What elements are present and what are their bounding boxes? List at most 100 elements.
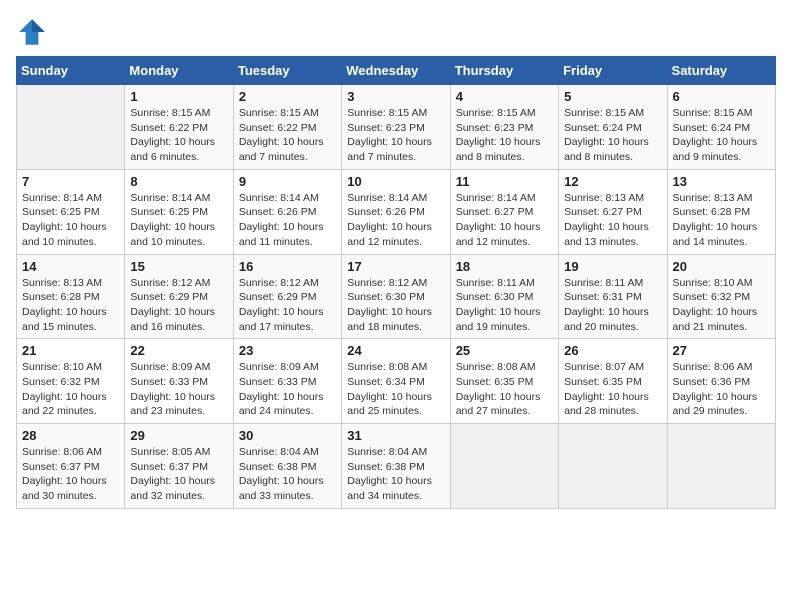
calendar-cell: 11Sunrise: 8:14 AM Sunset: 6:27 PM Dayli… <box>450 169 558 254</box>
day-info: Sunrise: 8:15 AM Sunset: 6:23 PM Dayligh… <box>347 106 444 165</box>
day-info: Sunrise: 8:11 AM Sunset: 6:31 PM Dayligh… <box>564 276 661 335</box>
day-number: 12 <box>564 174 661 189</box>
day-number: 25 <box>456 343 553 358</box>
day-info: Sunrise: 8:12 AM Sunset: 6:29 PM Dayligh… <box>239 276 336 335</box>
calendar-cell: 14Sunrise: 8:13 AM Sunset: 6:28 PM Dayli… <box>17 254 125 339</box>
calendar-cell: 5 Sunrise: 8:15 AM Sunset: 6:24 PM Daylig… <box>559 85 667 170</box>
calendar-cell: 2Sunrise: 8:15 AM Sunset: 6:22 PM Daylig… <box>233 85 341 170</box>
calendar-cell <box>17 85 125 170</box>
calendar-cell <box>667 424 775 509</box>
day-number: 13 <box>673 174 770 189</box>
day-number: 7 <box>22 174 119 189</box>
day-number: 30 <box>239 428 336 443</box>
day-number: 3 <box>347 89 444 104</box>
day-number: 16 <box>239 259 336 274</box>
calendar-cell: 28 Sunrise: 8:06 AM Sunset: 6:37 PM Dayli… <box>17 424 125 509</box>
day-number: 6 <box>673 89 770 104</box>
calendar-cell: 8 Sunrise: 8:14 AM Sunset: 6:25 PM Daylig… <box>125 169 233 254</box>
calendar-cell: 15 Sunrise: 8:12 AM Sunset: 6:29 PM Dayli… <box>125 254 233 339</box>
day-info: Sunrise: 8:07 AM Sunset: 6:35 PM Dayligh… <box>564 360 661 419</box>
day-number: 23 <box>239 343 336 358</box>
day-number: 21 <box>22 343 119 358</box>
day-info: Sunrise: 8:05 AM Sunset: 6:37 PM Dayligh… <box>130 445 227 504</box>
day-number: 17 <box>347 259 444 274</box>
calendar-cell: 19 Sunrise: 8:11 AM Sunset: 6:31 PM Dayli… <box>559 254 667 339</box>
day-info: Sunrise: 8:12 AM Sunset: 6:30 PM Dayligh… <box>347 276 444 335</box>
header-saturday: Saturday <box>667 57 775 85</box>
day-number: 8 <box>130 174 227 189</box>
page-header <box>16 16 776 48</box>
day-number: 22 <box>130 343 227 358</box>
day-info: Sunrise: 8:11 AM Sunset: 6:30 PM Dayligh… <box>456 276 553 335</box>
calendar-header-row: SundayMondayTuesdayWednesdayThursdayFrid… <box>17 57 776 85</box>
day-number: 28 <box>22 428 119 443</box>
calendar-cell: 7 Sunrise: 8:14 AM Sunset: 6:25 PM Daylig… <box>17 169 125 254</box>
day-info: Sunrise: 8:14 AM Sunset: 6:26 PM Dayligh… <box>347 191 444 250</box>
calendar-cell: 18 Sunrise: 8:11 AM Sunset: 6:30 PM Dayli… <box>450 254 558 339</box>
calendar-cell: 16 Sunrise: 8:12 AM Sunset: 6:29 PM Dayli… <box>233 254 341 339</box>
day-number: 26 <box>564 343 661 358</box>
day-info: Sunrise: 8:09 AM Sunset: 6:33 PM Dayligh… <box>239 360 336 419</box>
calendar-cell: 3 Sunrise: 8:15 AM Sunset: 6:23 PM Daylig… <box>342 85 450 170</box>
day-info: Sunrise: 8:10 AM Sunset: 6:32 PM Dayligh… <box>673 276 770 335</box>
calendar-cell: 30 Sunrise: 8:04 AM Sunset: 6:38 PM Dayli… <box>233 424 341 509</box>
day-info: Sunrise: 8:09 AM Sunset: 6:33 PM Dayligh… <box>130 360 227 419</box>
day-number: 18 <box>456 259 553 274</box>
calendar-week-1: 1Sunrise: 8:15 AM Sunset: 6:22 PM Daylig… <box>17 85 776 170</box>
logo-icon <box>16 16 48 48</box>
calendar-week-5: 28 Sunrise: 8:06 AM Sunset: 6:37 PM Dayli… <box>17 424 776 509</box>
calendar-cell: 20 Sunrise: 8:10 AM Sunset: 6:32 PM Dayli… <box>667 254 775 339</box>
day-info: Sunrise: 8:15 AM Sunset: 6:23 PM Dayligh… <box>456 106 553 165</box>
calendar-cell: 21 Sunrise: 8:10 AM Sunset: 6:32 PM Dayli… <box>17 339 125 424</box>
day-info: Sunrise: 8:10 AM Sunset: 6:32 PM Dayligh… <box>22 360 119 419</box>
day-number: 31 <box>347 428 444 443</box>
day-info: Sunrise: 8:14 AM Sunset: 6:25 PM Dayligh… <box>130 191 227 250</box>
calendar-cell: 29 Sunrise: 8:05 AM Sunset: 6:37 PM Dayli… <box>125 424 233 509</box>
day-number: 9 <box>239 174 336 189</box>
day-number: 15 <box>130 259 227 274</box>
day-number: 5 <box>564 89 661 104</box>
day-info: Sunrise: 8:13 AM Sunset: 6:28 PM Dayligh… <box>22 276 119 335</box>
calendar-cell: 10 Sunrise: 8:14 AM Sunset: 6:26 PM Dayli… <box>342 169 450 254</box>
day-info: Sunrise: 8:04 AM Sunset: 6:38 PM Dayligh… <box>347 445 444 504</box>
day-number: 4 <box>456 89 553 104</box>
header-wednesday: Wednesday <box>342 57 450 85</box>
day-number: 19 <box>564 259 661 274</box>
day-info: Sunrise: 8:14 AM Sunset: 6:26 PM Dayligh… <box>239 191 336 250</box>
day-info: Sunrise: 8:04 AM Sunset: 6:38 PM Dayligh… <box>239 445 336 504</box>
header-tuesday: Tuesday <box>233 57 341 85</box>
day-info: Sunrise: 8:15 AM Sunset: 6:22 PM Dayligh… <box>130 106 227 165</box>
day-number: 24 <box>347 343 444 358</box>
calendar-cell: 23 Sunrise: 8:09 AM Sunset: 6:33 PM Dayli… <box>233 339 341 424</box>
calendar-cell: 22 Sunrise: 8:09 AM Sunset: 6:33 PM Dayli… <box>125 339 233 424</box>
calendar-cell: 12 Sunrise: 8:13 AM Sunset: 6:27 PM Dayli… <box>559 169 667 254</box>
day-info: Sunrise: 8:15 AM Sunset: 6:24 PM Dayligh… <box>564 106 661 165</box>
day-number: 27 <box>673 343 770 358</box>
calendar-cell: 26 Sunrise: 8:07 AM Sunset: 6:35 PM Dayli… <box>559 339 667 424</box>
header-sunday: Sunday <box>17 57 125 85</box>
calendar-cell: 6 Sunrise: 8:15 AM Sunset: 6:24 PM Daylig… <box>667 85 775 170</box>
calendar-cell <box>450 424 558 509</box>
day-info: Sunrise: 8:15 AM Sunset: 6:22 PM Dayligh… <box>239 106 336 165</box>
calendar-cell: 24 Sunrise: 8:08 AM Sunset: 6:34 PM Dayli… <box>342 339 450 424</box>
calendar-cell <box>559 424 667 509</box>
calendar-cell: 27Sunrise: 8:06 AM Sunset: 6:36 PM Dayli… <box>667 339 775 424</box>
calendar-week-4: 21 Sunrise: 8:10 AM Sunset: 6:32 PM Dayli… <box>17 339 776 424</box>
day-info: Sunrise: 8:13 AM Sunset: 6:27 PM Dayligh… <box>564 191 661 250</box>
day-info: Sunrise: 8:15 AM Sunset: 6:24 PM Dayligh… <box>673 106 770 165</box>
day-info: Sunrise: 8:08 AM Sunset: 6:34 PM Dayligh… <box>347 360 444 419</box>
day-number: 29 <box>130 428 227 443</box>
day-info: Sunrise: 8:08 AM Sunset: 6:35 PM Dayligh… <box>456 360 553 419</box>
header-monday: Monday <box>125 57 233 85</box>
day-info: Sunrise: 8:14 AM Sunset: 6:25 PM Dayligh… <box>22 191 119 250</box>
day-number: 20 <box>673 259 770 274</box>
day-info: Sunrise: 8:06 AM Sunset: 6:37 PM Dayligh… <box>22 445 119 504</box>
day-info: Sunrise: 8:13 AM Sunset: 6:28 PM Dayligh… <box>673 191 770 250</box>
calendar-cell: 9 Sunrise: 8:14 AM Sunset: 6:26 PM Daylig… <box>233 169 341 254</box>
calendar-table: SundayMondayTuesdayWednesdayThursdayFrid… <box>16 56 776 509</box>
day-number: 11 <box>456 174 553 189</box>
header-friday: Friday <box>559 57 667 85</box>
calendar-cell: 25 Sunrise: 8:08 AM Sunset: 6:35 PM Dayli… <box>450 339 558 424</box>
day-number: 10 <box>347 174 444 189</box>
day-info: Sunrise: 8:12 AM Sunset: 6:29 PM Dayligh… <box>130 276 227 335</box>
